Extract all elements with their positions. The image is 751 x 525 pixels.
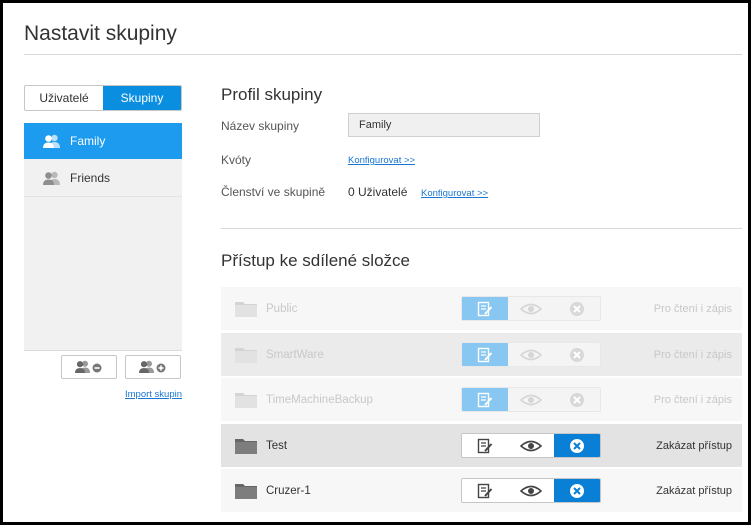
close-icon	[570, 347, 584, 362]
edit-icon	[477, 347, 493, 362]
access-status: Pro čtení i zápis	[653, 348, 732, 361]
deny-access-button[interactable]	[554, 343, 600, 366]
deny-access-button[interactable]	[554, 434, 600, 457]
access-status: Zakázat přístup	[656, 439, 732, 452]
remove-group-button[interactable]	[61, 355, 117, 379]
share-row: Cruzer-1 Zakázat přístup	[221, 469, 742, 512]
edit-icon	[477, 301, 493, 316]
share-name: Public	[266, 302, 298, 315]
add-group-icon	[139, 360, 166, 373]
share-row: Test Zakázat přístup	[221, 424, 742, 467]
read-only-button[interactable]	[508, 479, 554, 502]
group-label: Family	[70, 134, 106, 148]
membership-label: Členství ve skupině	[221, 185, 326, 199]
group-name-label: Název skupiny	[221, 119, 300, 133]
access-status: Zakázat přístup	[656, 484, 732, 497]
read-write-button[interactable]	[462, 343, 508, 366]
close-icon	[570, 301, 584, 316]
close-icon	[570, 392, 584, 407]
title-divider	[24, 54, 742, 55]
group-item-friends[interactable]: Friends	[24, 159, 182, 197]
share-row: Public Pro čtení i zápis	[221, 287, 742, 330]
eye-icon	[520, 349, 542, 360]
share-access-title: Přístup ke sdílené složce	[221, 251, 410, 270]
users-icon	[43, 171, 60, 185]
share-name: TimeMachineBackup	[266, 393, 373, 406]
share-row: TimeMachineBackup Pro čtení i zápis	[221, 378, 742, 421]
read-write-button[interactable]	[462, 388, 508, 411]
add-group-button[interactable]	[125, 355, 181, 379]
share-name: Test	[266, 439, 288, 452]
share-row: SmartWare Pro čtení i zápis	[221, 333, 742, 376]
read-only-button[interactable]	[508, 434, 554, 457]
read-only-button[interactable]	[508, 297, 554, 320]
deny-access-button[interactable]	[554, 297, 600, 320]
edit-icon	[477, 438, 493, 453]
tab-groups[interactable]: Skupiny	[103, 86, 181, 110]
remove-group-icon	[75, 360, 102, 373]
folder-icon	[235, 393, 257, 408]
group-list: Family Friends	[24, 123, 182, 350]
profile-section-title: Profil skupiny	[221, 85, 323, 104]
edit-icon	[477, 392, 493, 407]
import-groups-link[interactable]: Import skupin	[125, 389, 182, 400]
read-write-button[interactable]	[462, 297, 508, 320]
access-control	[461, 478, 601, 503]
deny-access-button[interactable]	[554, 479, 600, 502]
app-window: Nastavit skupiny Uživatelé Skupiny Famil…	[3, 3, 748, 522]
access-control	[461, 296, 601, 321]
list-divider	[24, 350, 182, 351]
configure-quota-link[interactable]: Konfigurovat >>	[348, 155, 415, 166]
deny-access-button[interactable]	[554, 388, 600, 411]
membership-value: 0 Uživatelé	[348, 185, 408, 199]
users-icon	[43, 134, 60, 148]
access-control	[461, 342, 601, 367]
group-item-family[interactable]: Family	[24, 123, 182, 159]
tab-users[interactable]: Uživatelé	[25, 86, 103, 110]
eye-icon	[520, 485, 542, 496]
folder-icon	[235, 302, 257, 317]
edit-icon	[477, 483, 493, 498]
read-write-button[interactable]	[462, 479, 508, 502]
access-control	[461, 387, 601, 412]
share-name: Cruzer-1	[266, 484, 311, 497]
eye-icon	[520, 440, 542, 451]
close-icon	[570, 438, 584, 453]
close-icon	[570, 483, 584, 498]
page-title: Nastavit skupiny	[24, 22, 177, 45]
group-name-input[interactable]	[348, 113, 540, 137]
access-status: Pro čtení i zápis	[653, 393, 732, 406]
group-label: Friends	[70, 170, 111, 185]
read-only-button[interactable]	[508, 388, 554, 411]
share-name: SmartWare	[266, 348, 324, 361]
eye-icon	[520, 303, 542, 314]
read-write-button[interactable]	[462, 434, 508, 457]
read-only-button[interactable]	[508, 343, 554, 366]
folder-icon	[235, 484, 257, 499]
section-divider	[221, 228, 742, 229]
access-control	[461, 433, 601, 458]
folder-icon	[235, 348, 257, 363]
view-switcher: Uživatelé Skupiny	[24, 85, 182, 111]
configure-membership-link[interactable]: Konfigurovat >>	[421, 188, 488, 199]
quota-label: Kvóty	[221, 153, 252, 167]
access-status: Pro čtení i zápis	[653, 302, 732, 315]
folder-icon	[235, 439, 257, 454]
eye-icon	[520, 394, 542, 405]
